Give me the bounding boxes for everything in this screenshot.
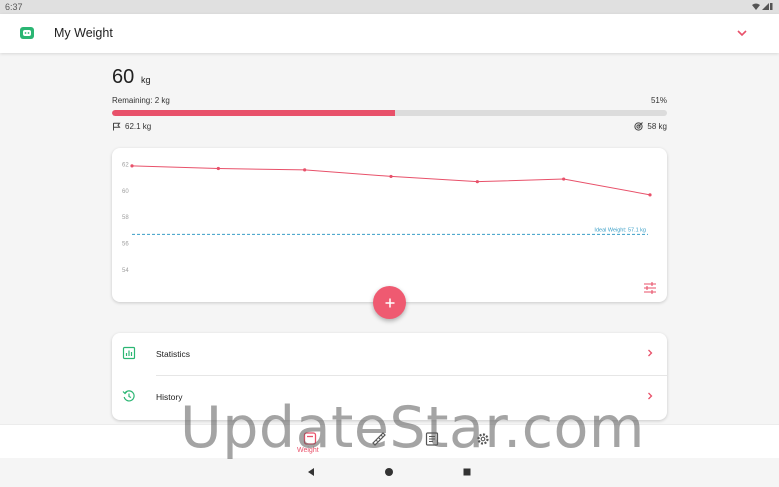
- recents-icon[interactable]: [462, 467, 472, 477]
- status-time: 6:37: [5, 2, 23, 12]
- statistics-icon: [122, 346, 136, 360]
- progress-bar-fill: [112, 110, 396, 116]
- goal-weight-label: 58 kg: [647, 122, 667, 131]
- chevron-right-icon: [648, 349, 653, 357]
- status-icons: [751, 2, 773, 13]
- ideal-weight-label: Ideal Weight: 57.1 kg: [594, 227, 646, 233]
- data-point[interactable]: [562, 177, 566, 181]
- chevron-down-icon[interactable]: [735, 26, 749, 40]
- y-tick-label: 54: [122, 268, 129, 274]
- page-title: My Weight: [54, 26, 113, 40]
- data-point[interactable]: [389, 174, 393, 179]
- list-item-statistics[interactable]: Statistics: [112, 333, 667, 376]
- y-tick-label: 62: [122, 163, 129, 169]
- chevron-right-icon: [648, 392, 653, 400]
- weight-chart: 62 60 58 56 54 Ideal Weight: 57.1 kg: [122, 163, 656, 294]
- watermark-text: UpdateStar.com: [180, 395, 645, 461]
- data-point[interactable]: [648, 193, 652, 197]
- current-weight-value: 60: [112, 66, 135, 88]
- goal-weight: 58 kg: [634, 122, 667, 131]
- plus-icon: [385, 298, 394, 307]
- add-weight-button[interactable]: [373, 286, 406, 319]
- y-tick-label: 56: [122, 242, 129, 248]
- status-bar: 6:37: [0, 0, 779, 14]
- current-weight-unit: kg: [141, 75, 151, 85]
- progress-bar: [112, 110, 667, 116]
- system-navigation-bar: [0, 458, 779, 487]
- weight-series-line: [131, 165, 651, 196]
- start-weight-label: 62.1 kg: [125, 122, 152, 131]
- data-point[interactable]: [303, 168, 307, 172]
- back-icon[interactable]: [306, 467, 316, 477]
- chart-settings-icon[interactable]: [644, 282, 656, 294]
- y-tick-label: 58: [122, 215, 129, 221]
- data-point[interactable]: [216, 166, 220, 171]
- data-point[interactable]: [130, 164, 134, 168]
- start-weight: 62.1 kg: [112, 122, 151, 131]
- app-bar: My Weight: [0, 14, 779, 53]
- target-icon: [634, 122, 644, 131]
- history-icon: [122, 390, 135, 402]
- flag-icon: [113, 122, 121, 131]
- weight-chart-card: 62 60 58 56 54 Ideal Weight: 57.1 kg: [112, 148, 667, 302]
- wifi-battery-icon: [752, 3, 773, 10]
- data-point[interactable]: [475, 180, 479, 184]
- progress-percent: 51%: [650, 96, 667, 105]
- y-tick-label: 60: [122, 189, 129, 195]
- app-logo-icon: [20, 27, 34, 39]
- statistics-label: Statistics: [156, 349, 191, 359]
- home-icon[interactable]: [384, 467, 394, 477]
- remaining-text: Remaining: 2 kg: [112, 96, 170, 105]
- history-label: History: [156, 392, 183, 402]
